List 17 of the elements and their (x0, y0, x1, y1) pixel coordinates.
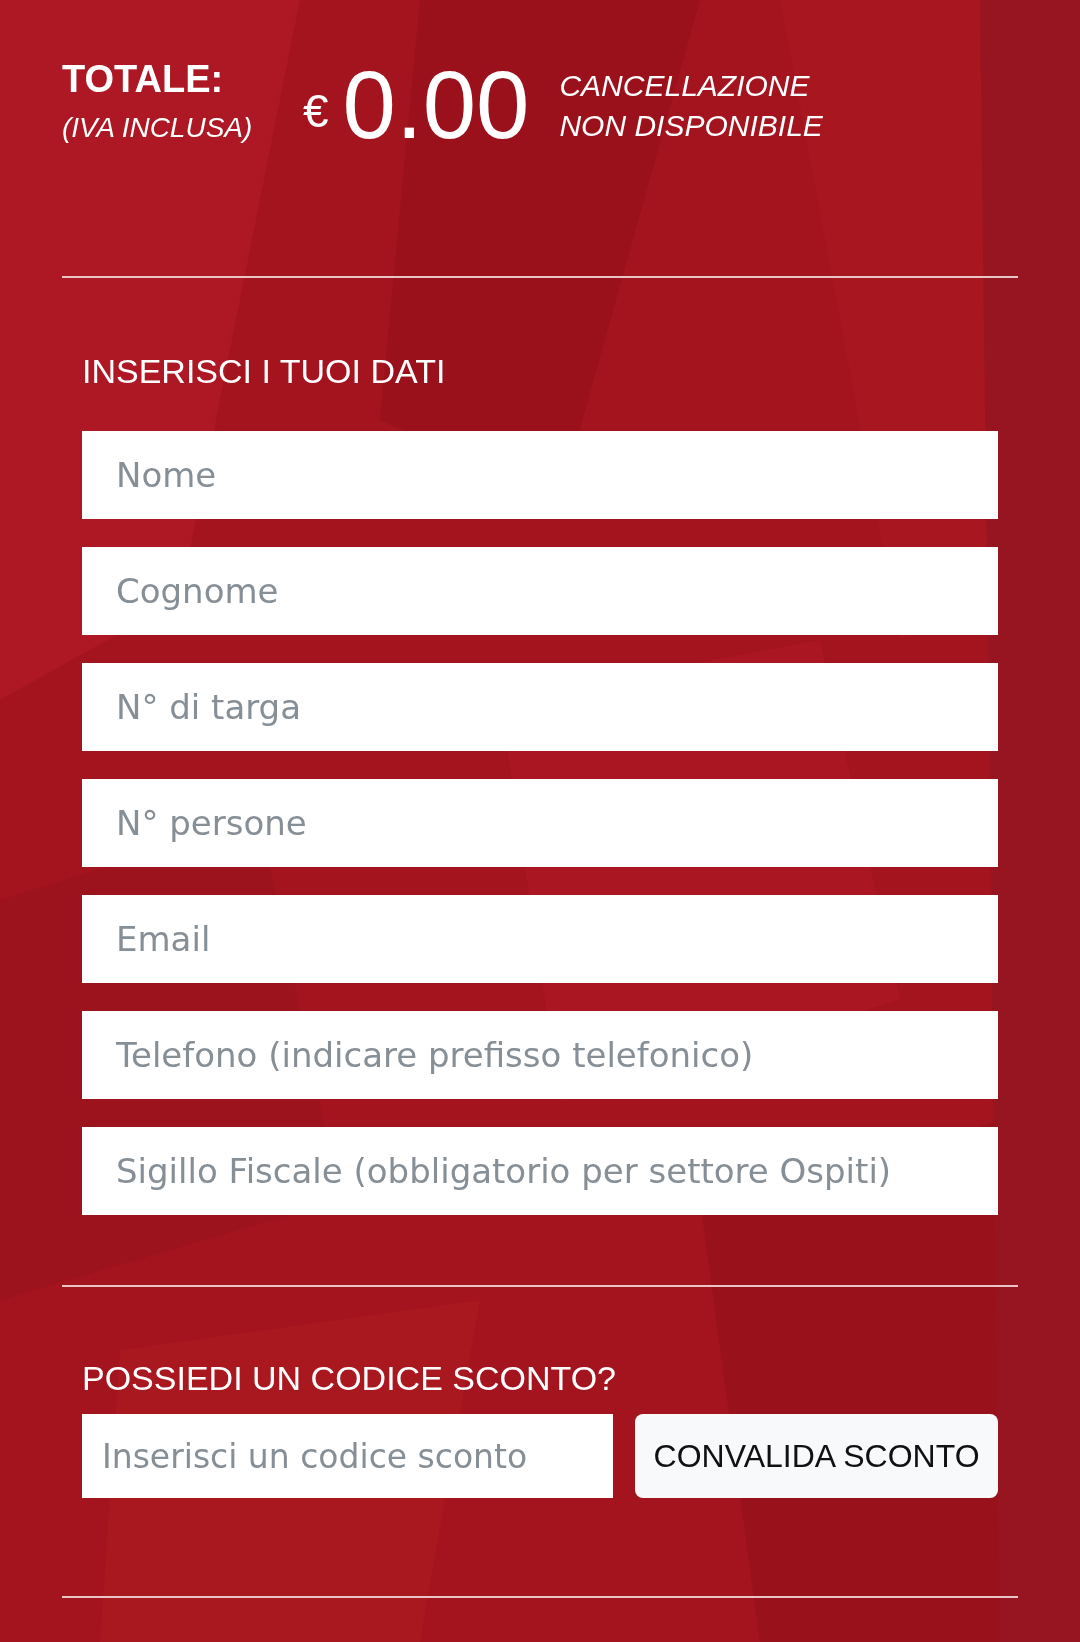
cancellation-note: NON DISPONIBILE (559, 108, 823, 144)
input-field[interactable]: N° di targa (82, 663, 998, 751)
section-title: INSERISCI I TUOI DATI (82, 352, 447, 391)
section-title: POSSIEDI UN CODICE SCONTO? (82, 1359, 618, 1398)
total-amount: 0.00 (342, 50, 530, 160)
cancellation-note: CANCELLAZIONE (559, 68, 811, 104)
input-field[interactable]: Cognome (82, 547, 998, 635)
input-field[interactable]: Nome (82, 431, 998, 519)
input-field[interactable]: Telefono (indicare prefisso telefonico) (82, 1011, 998, 1099)
input-field[interactable]: Email (82, 895, 998, 983)
input-field[interactable]: Sigillo Fiscale (obbligatorio per settore Ospiti) (82, 1127, 998, 1215)
validate-discount-button[interactable]: CONVALIDA SCONTO (635, 1414, 998, 1498)
discount-code-field[interactable]: Inserisci un codice sconto (82, 1414, 614, 1498)
currency-symbol: € (303, 84, 329, 138)
input-field[interactable]: N° persone (82, 779, 998, 867)
total-label: TOTALE: (62, 57, 225, 102)
vat-note: (IVA INCLUSA) (62, 112, 254, 144)
